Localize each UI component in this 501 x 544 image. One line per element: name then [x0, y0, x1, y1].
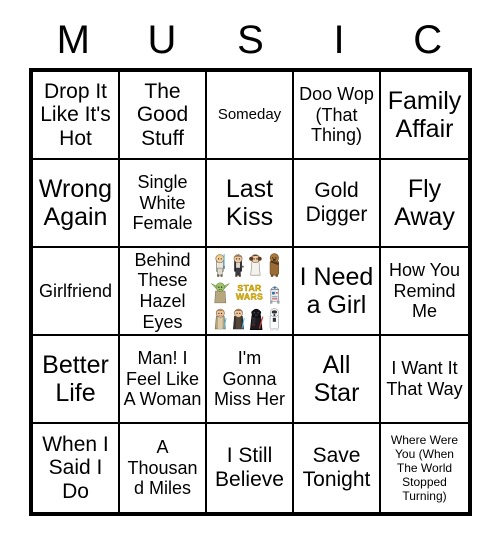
bingo-cell-label: Family Affair — [387, 87, 462, 143]
bingo-cell-label: Behind These Hazel Eyes — [134, 249, 191, 332]
header-letter-2: U — [147, 18, 177, 62]
bingo-cell[interactable]: Someday — [207, 72, 294, 160]
bingo-cell-label: Save Tonight — [302, 444, 371, 491]
bingo-cell[interactable]: Better Life — [33, 336, 120, 424]
bingo-cell[interactable]: Last Kiss — [207, 160, 294, 248]
bingo-cell-label: Doo Wop (That Thing) — [299, 84, 374, 146]
bingo-cell-label: Better Life — [42, 351, 109, 407]
bingo-cell-label: Single White Female — [132, 172, 193, 234]
bingo-cell[interactable]: All Star — [294, 336, 381, 424]
bingo-cell[interactable]: Family Affair — [381, 72, 468, 160]
bingo-cell[interactable]: Fly Away — [381, 160, 468, 248]
bingo-header-letters: M U S I C — [29, 14, 472, 66]
bingo-cell[interactable]: How You Remind Me — [381, 248, 468, 336]
bingo-cell-label: Fly Away — [394, 175, 455, 231]
bingo-cell[interactable]: Drop It Like It's Hot — [33, 72, 120, 160]
bingo-cell[interactable]: The Good Stuff — [120, 72, 207, 160]
bingo-free-space-cell[interactable]: STAR WARS — [207, 248, 294, 336]
bingo-cell-label: Man! I Feel Like A Woman — [123, 348, 202, 410]
bingo-cell[interactable]: Man! I Feel Like A Woman — [120, 336, 207, 424]
bingo-cell[interactable]: I Need a Girl — [294, 248, 381, 336]
svg-text:WARS: WARS — [236, 292, 263, 302]
bingo-cell-label: Wrong Again — [38, 175, 113, 231]
bingo-card: M U S I C Drop It Like It's Hot The Good… — [0, 0, 501, 544]
bingo-cell-label: I Want It That Way — [386, 358, 463, 399]
bingo-cell-label: Last Kiss — [225, 175, 274, 231]
bingo-cell-label: Someday — [217, 106, 282, 124]
bingo-cell[interactable]: Doo Wop (That Thing) — [294, 72, 381, 160]
bingo-cell[interactable]: Save Tonight — [294, 424, 381, 512]
bingo-cell[interactable]: Where Were You (When The World Stopped T… — [381, 424, 468, 512]
bingo-grid: Drop It Like It's Hot The Good Stuff Som… — [29, 68, 472, 516]
bingo-cell[interactable]: I Still Believe — [207, 424, 294, 512]
bingo-cell[interactable]: When I Said I Do — [33, 424, 120, 512]
bingo-cell-label: Where Were You (When The World Stopped T… — [390, 432, 459, 504]
bingo-cell-label: A Thousand Miles — [127, 437, 198, 499]
bingo-cell-label: The Good Stuff — [136, 79, 189, 150]
bingo-cell-label: I Need a Girl — [299, 263, 374, 319]
header-letter-4: I — [333, 18, 345, 62]
bingo-cell[interactable]: Behind These Hazel Eyes — [120, 248, 207, 336]
header-letter-3: S — [237, 18, 264, 62]
bingo-cell-label: I Still Believe — [215, 444, 284, 491]
header-letter-5: C — [413, 18, 443, 62]
bingo-cell-label: I'm Gonna Miss Her — [214, 348, 285, 410]
bingo-cell-label: Girlfriend — [38, 280, 113, 301]
bingo-cell-label: All Star — [313, 351, 360, 407]
bingo-cell[interactable]: Single White Female — [120, 160, 207, 248]
bingo-cell[interactable]: Girlfriend — [33, 248, 120, 336]
bingo-cell[interactable]: I Want It That Way — [381, 336, 468, 424]
bingo-cell[interactable]: Gold Digger — [294, 160, 381, 248]
star-wars-characters-icon: STAR WARS — [210, 251, 289, 331]
bingo-cell-label: How You Remind Me — [388, 260, 461, 322]
bingo-cell-label: When I Said I Do — [42, 432, 109, 503]
bingo-cell[interactable]: I'm Gonna Miss Her — [207, 336, 294, 424]
header-letter-1: M — [56, 18, 90, 62]
bingo-cell-label: Drop It Like It's Hot — [40, 79, 111, 150]
bingo-cell[interactable]: Wrong Again — [33, 160, 120, 248]
bingo-cell-label: Gold Digger — [305, 179, 368, 226]
bingo-cell[interactable]: A Thousand Miles — [120, 424, 207, 512]
